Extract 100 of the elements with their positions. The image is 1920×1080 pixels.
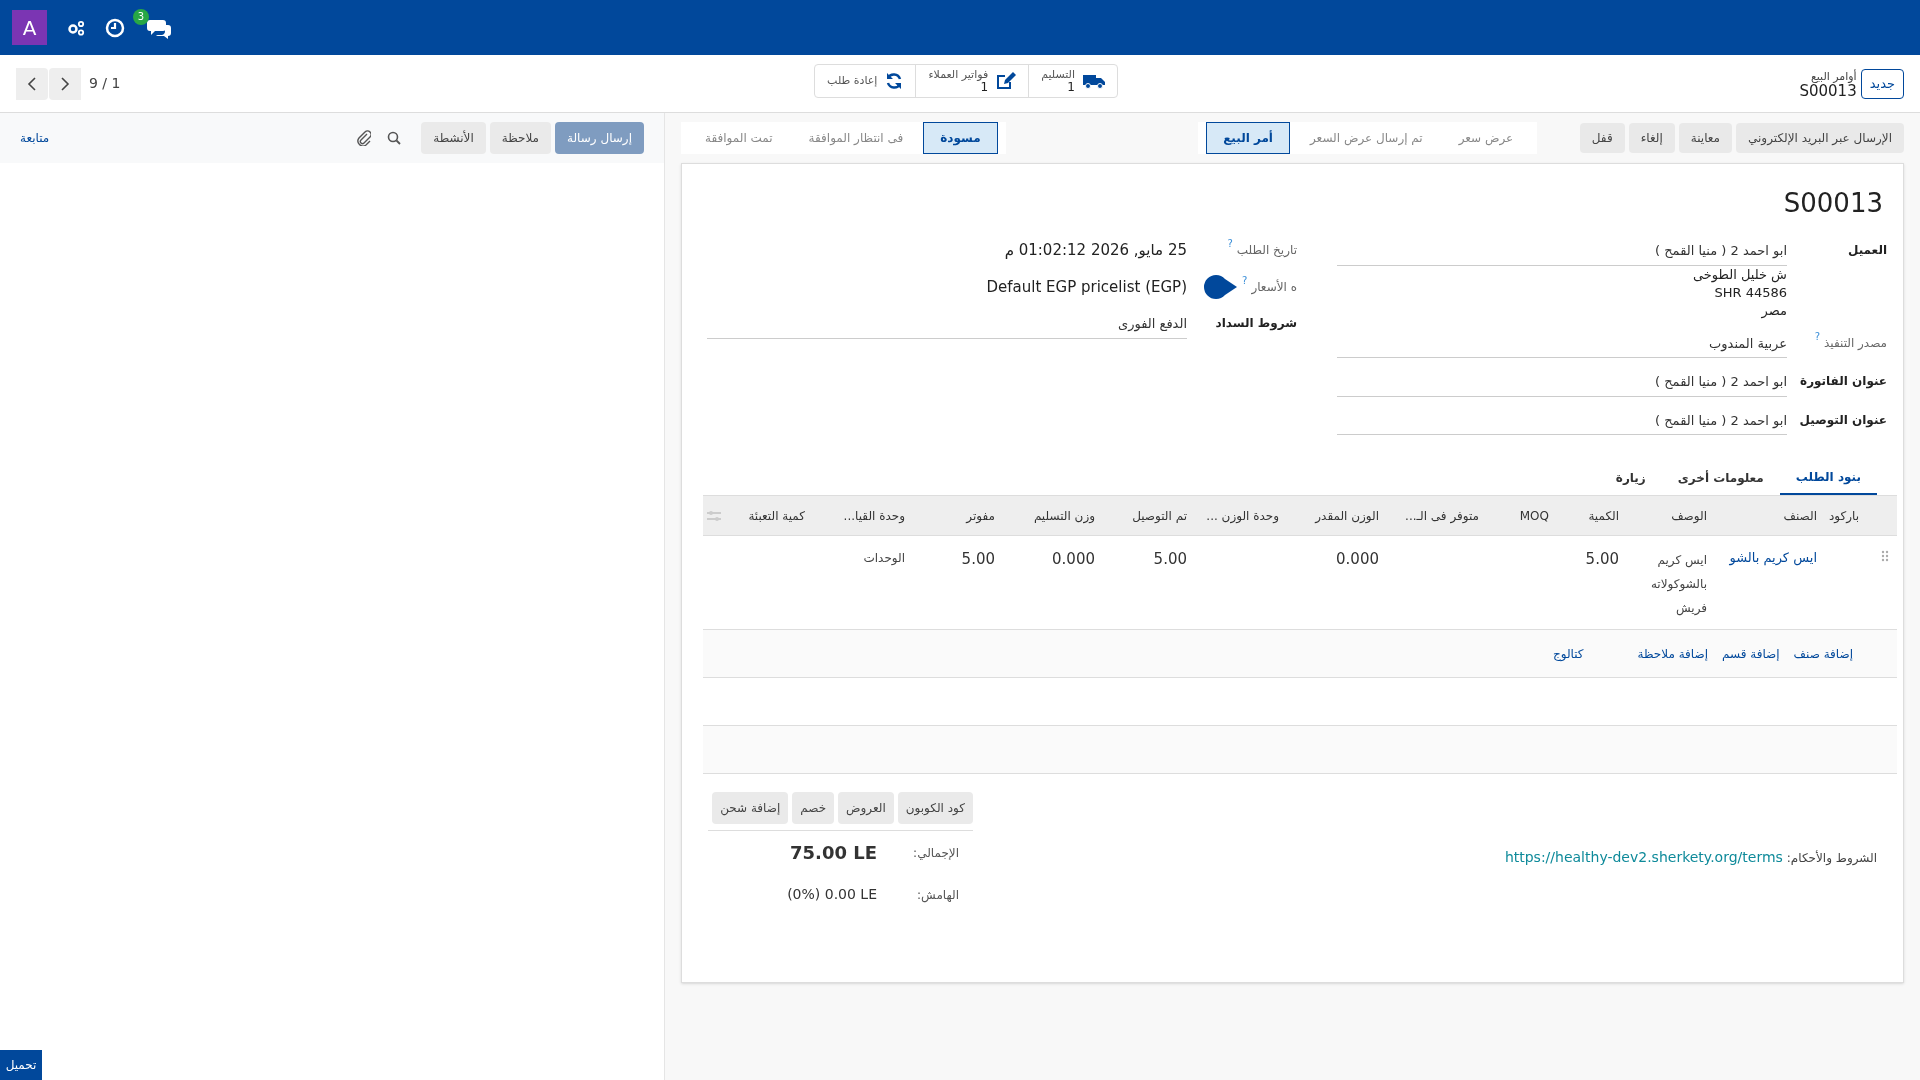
field-label: العميل: [1847, 242, 1887, 259]
add-line-link[interactable]: إضافة قسم: [1722, 644, 1780, 663]
product-link[interactable]: ايس كريم بالشو: [1729, 550, 1817, 565]
column-header[interactable]: باركود: [1821, 495, 1863, 536]
footer-button[interactable]: العروض: [838, 792, 894, 824]
table-cell: الوحدات: [863, 551, 905, 565]
footer-button[interactable]: خصم: [792, 792, 835, 824]
truck-icon: [1083, 73, 1105, 89]
help-mark[interactable]: ?: [1814, 330, 1821, 343]
attachment-button[interactable]: [357, 130, 372, 146]
column-header[interactable]: الكمية: [1553, 495, 1623, 536]
smart-button-label: إعادة طلب: [827, 75, 878, 87]
follow-button[interactable]: متابعة: [20, 129, 50, 147]
column-header[interactable]: كمية التعبئة: [725, 495, 809, 536]
smart-button[interactable]: إعادة طلب: [815, 65, 916, 97]
action-button[interactable]: معاينة: [1678, 123, 1733, 153]
sliders-icon: [707, 509, 721, 522]
terms-label: الشروط والأحكام:: [1786, 849, 1877, 867]
column-header[interactable]: مفوتر: [909, 495, 999, 536]
search-icon: [387, 131, 402, 145]
chatter-button[interactable]: الأنشطة: [421, 122, 486, 154]
table-cell: 0.000: [1052, 550, 1095, 568]
input-field[interactable]: ابو احمد 2 ( منيا القمح ): [1337, 237, 1787, 266]
help-mark[interactable]: ?: [1242, 274, 1248, 287]
address-line: مصر: [1760, 301, 1787, 320]
smart-button-label: فواتير العملاء: [928, 69, 989, 81]
table-cell: 5.00: [961, 550, 995, 568]
column-header[interactable]: وحدة الوزن ...: [1191, 495, 1283, 536]
input-field[interactable]: الدفع الفورى: [707, 310, 1187, 339]
field-value: Default EGP pricelist (EGP): [986, 276, 1187, 298]
total-label: الإجمالي:: [912, 844, 959, 862]
field-label: تاريخ الطلب: [1236, 242, 1297, 259]
paperclip-icon: [357, 130, 372, 146]
edit-icon: [996, 72, 1017, 90]
search-button[interactable]: [387, 131, 402, 145]
breadcrumb-link[interactable]: أوامر البيع: [1799, 69, 1857, 84]
column-header[interactable]: الوصف: [1623, 495, 1711, 536]
table-cell: 5.00: [1153, 550, 1187, 568]
field-label: عنوان الفاتورة: [1800, 373, 1887, 390]
refresh-icon: [885, 72, 904, 90]
input-field[interactable]: ابو احمد 2 ( منيا القمح ): [1337, 406, 1787, 435]
chatter-button[interactable]: ملاحظة: [489, 122, 552, 154]
field-value: 25 مايو, 2026 01:02:12 م: [1004, 240, 1187, 261]
field-label: مصدر التنفيذ: [1824, 334, 1887, 352]
smart-button-count: 1: [980, 81, 989, 93]
margin-amount: (0%) 0.00 LE: [787, 885, 877, 904]
action-button[interactable]: إلغاء: [1628, 123, 1675, 153]
smart-button-count: 1: [1067, 81, 1075, 93]
user-avatar[interactable]: A: [12, 10, 47, 45]
address-line: SHR 44586: [1713, 283, 1787, 302]
footer-button[interactable]: إضافة شحن: [712, 792, 789, 824]
status-step[interactable]: مسودة: [923, 122, 998, 154]
field-label: ه الأسعار: [1251, 278, 1297, 296]
table-cell: 0.000: [1336, 550, 1379, 568]
input-field[interactable]: ابو احمد 2 ( منيا القمح ): [1337, 368, 1787, 397]
chevron-left-icon: [27, 75, 37, 92]
column-header[interactable]: الصنف: [1711, 495, 1821, 536]
pager-counter: 9 / 1: [89, 74, 121, 93]
input-field[interactable]: عربية المندوب: [1337, 329, 1787, 358]
status-step[interactable]: فى انتظار الموافقة: [792, 122, 920, 154]
add-line-link[interactable]: إضافة ملاحظة: [1637, 644, 1708, 663]
add-line-link[interactable]: إضافة صنف: [1793, 644, 1853, 663]
status-step[interactable]: أمر البيع: [1206, 122, 1290, 154]
table-cell: 5.00: [1585, 550, 1619, 568]
column-header[interactable]: MOQ: [1483, 495, 1553, 536]
terms-link[interactable]: https://healthy-dev2.sherkety.org/terms: [1504, 847, 1783, 868]
action-button[interactable]: الإرسال عبر البريد الإلكتروني: [1736, 123, 1904, 153]
field-label: عنوان التوصيل: [1799, 411, 1887, 429]
status-step[interactable]: تم إرسال عرض السعر: [1293, 122, 1439, 154]
column-header[interactable]: وزن التسليم: [999, 495, 1099, 536]
total-label: الهامش:: [916, 886, 959, 904]
tab[interactable]: معلومات أخرى: [1661, 461, 1780, 495]
footer-button[interactable]: كود الكوبون: [897, 792, 973, 824]
help-mark[interactable]: ?: [1227, 238, 1233, 250]
record-title: S00013: [1782, 187, 1884, 220]
chevron-right-icon: [60, 75, 70, 92]
field-label: شروط السداد: [1215, 315, 1297, 332]
add-line-link[interactable]: كتالوج: [1552, 644, 1584, 663]
record-name: S00013: [1799, 83, 1857, 98]
column-header[interactable]: وحدة القيا...: [809, 495, 909, 536]
address-line: ش خليل الطوخى: [1691, 265, 1787, 284]
total-amount: 75.00 LE: [790, 841, 877, 865]
column-header[interactable]: تم التوصيل: [1099, 495, 1191, 536]
gears-icon: [67, 19, 85, 36]
action-button[interactable]: قفل: [1579, 123, 1625, 153]
status-step[interactable]: عرض سعر: [1442, 122, 1530, 154]
download-button[interactable]: تحميل: [0, 1050, 42, 1080]
pager-next-button[interactable]: [49, 67, 81, 100]
status-step[interactable]: تمت الموافقة: [689, 122, 789, 154]
tab[interactable]: زيارة: [1599, 461, 1662, 495]
header-cell: [1863, 495, 1897, 536]
column-header[interactable]: الوزن المقدر: [1283, 495, 1383, 536]
column-header[interactable]: متوفر فى الـ...: [1383, 495, 1483, 536]
table-cell: ايس كريم بالشوكولاته فريش: [1650, 553, 1707, 615]
pager-previous-button[interactable]: [16, 67, 48, 100]
new-button[interactable]: جديد: [1860, 68, 1904, 99]
smart-button-label: التسليم: [1041, 69, 1075, 81]
drag-handle-icon: [1881, 550, 1889, 562]
clock-icon: [105, 17, 125, 38]
notification-badge: 3: [133, 8, 149, 25]
